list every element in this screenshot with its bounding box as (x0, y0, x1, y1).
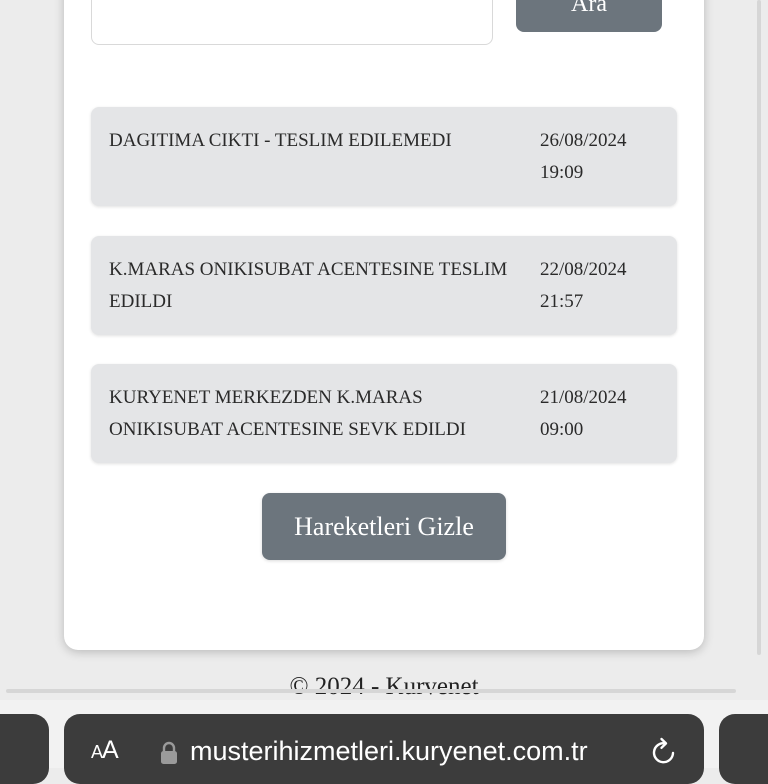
movement-date: 26/08/2024 (540, 130, 627, 151)
reader-small-a: A (91, 742, 103, 762)
movement-row: KURYENET MERKEZDEN K.MARAS ONIKISUBAT AC… (91, 364, 677, 463)
tracking-number-input[interactable] (91, 0, 493, 45)
vertical-scrollbar[interactable] (757, 0, 761, 655)
reader-options-button[interactable]: AA (91, 736, 119, 764)
movement-date: 21/08/2024 (540, 387, 627, 408)
search-button[interactable]: Ara (516, 0, 662, 32)
address-bar[interactable]: AA musterihizmetleri.kuryenet.com.tr (64, 714, 704, 784)
reload-icon[interactable] (648, 736, 680, 768)
movement-status: K.MARAS ONIKISUBAT ACENTESINE TESLIM EDI… (109, 259, 508, 312)
movement-date: 22/08/2024 (540, 259, 627, 280)
movement-time: 09:00 (540, 419, 584, 440)
movement-row: K.MARAS ONIKISUBAT ACENTESINE TESLIM EDI… (91, 236, 677, 335)
footer-copyright: © 2024 - Kurvenet (289, 673, 479, 700)
previous-tab[interactable] (0, 714, 49, 784)
movement-row: DAGITIMA CIKTI - TESLIM EDILEMEDI 26/08/… (91, 107, 677, 206)
movement-status: KURYENET MERKEZDEN K.MARAS ONIKISUBAT AC… (109, 387, 466, 440)
next-tab[interactable] (719, 714, 768, 784)
reader-large-a: A (102, 736, 119, 764)
movement-status: DAGITIMA CIKTI - TESLIM EDILEMEDI (109, 130, 452, 151)
horizontal-scrollbar[interactable] (6, 689, 736, 693)
movement-time: 21:57 (540, 291, 584, 312)
lock-icon (161, 741, 177, 764)
hide-movements-button[interactable]: Hareketleri Gizle (262, 493, 506, 560)
movement-time: 19:09 (540, 162, 584, 183)
url-text[interactable]: musterihizmetleri.kuryenet.com.tr (190, 738, 588, 765)
browser-toolbar: AA musterihizmetleri.kuryenet.com.tr (0, 700, 768, 784)
